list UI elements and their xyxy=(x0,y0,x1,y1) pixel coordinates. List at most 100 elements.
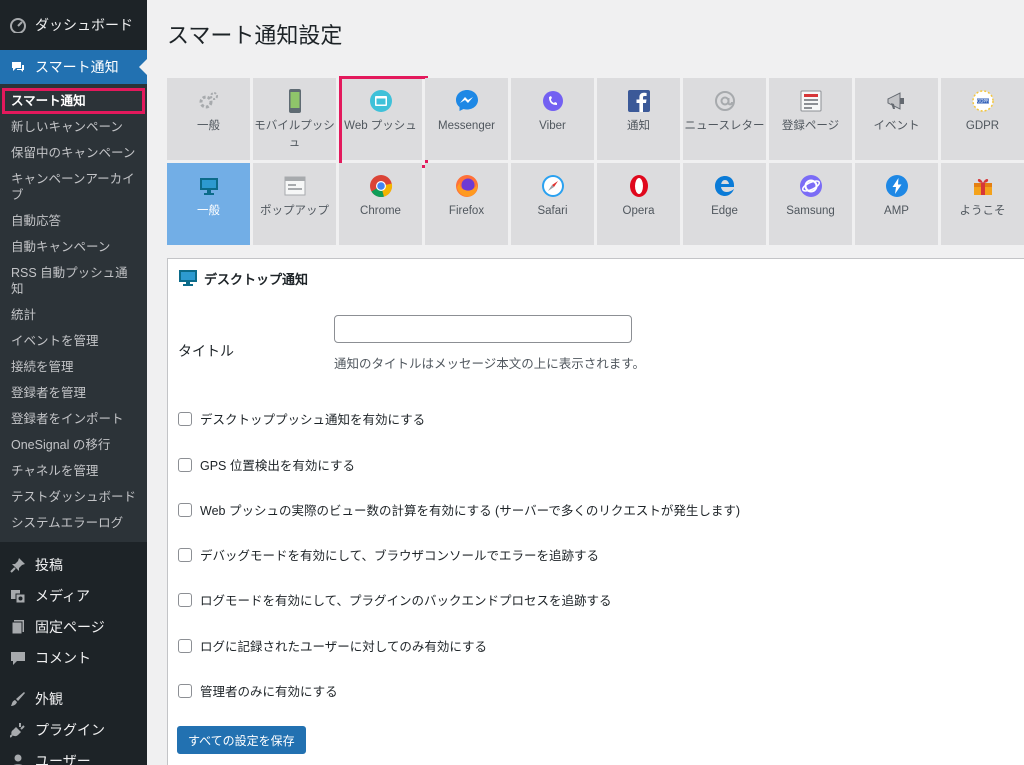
menu-pages[interactable]: 固定ページ xyxy=(0,610,147,644)
menu-users[interactable]: ユーザー xyxy=(0,744,147,765)
desktop-icon xyxy=(196,173,222,199)
menu-dashboard-label: ダッシュボード xyxy=(35,17,133,33)
submenu-item[interactable]: OneSignal の移行 xyxy=(0,432,147,458)
tile-edge[interactable]: Edge xyxy=(683,163,766,245)
menu-smart-notify-label: スマート通知 xyxy=(35,59,119,75)
brush-icon xyxy=(9,690,27,708)
submenu-item[interactable]: 登録者を管理 xyxy=(0,380,147,406)
tile-label: Messenger xyxy=(438,120,495,132)
menu-users-label: ユーザー xyxy=(35,753,91,765)
tile-safari[interactable]: Safari xyxy=(511,163,594,245)
save-all-settings-button[interactable]: すべての設定を保存 xyxy=(177,726,306,754)
tile-label: 一般 xyxy=(197,120,220,132)
tile-mobile-push[interactable]: モバイルプッシュ xyxy=(253,78,336,160)
submenu-item[interactable]: RSS 自動プッシュ通知 xyxy=(0,260,147,302)
tile-label: モバイルプッシュ xyxy=(254,120,335,149)
menu-comments[interactable]: コメント xyxy=(0,641,147,675)
tile-label: AMP xyxy=(884,205,909,217)
media-icon xyxy=(9,587,27,605)
panel-header: デスクトップ通知 xyxy=(168,259,1024,297)
enable-gps-checkbox[interactable]: GPS 位置検出を有効にする xyxy=(178,455,355,474)
welcome-icon xyxy=(970,173,996,199)
checkbox[interactable] xyxy=(178,683,192,698)
tile-web-push[interactable]: Web プッシュ xyxy=(339,76,428,168)
menu-media[interactable]: メディア xyxy=(0,579,147,613)
facebook-icon xyxy=(626,88,652,114)
checkbox[interactable] xyxy=(178,592,192,607)
megaphone-icon xyxy=(884,88,910,114)
tile-label: 登録ページ xyxy=(781,120,840,132)
submenu-item[interactable]: キャンペーンアーカイブ xyxy=(0,166,147,208)
tile-label: Samsung xyxy=(786,205,835,217)
tile-label: ポップアップ xyxy=(260,205,329,217)
dashboard-icon xyxy=(9,16,27,34)
menu-dashboard[interactable]: ダッシュボード xyxy=(0,8,147,42)
tile-viber[interactable]: Viber xyxy=(511,78,594,160)
submenu-item[interactable]: イベントを管理 xyxy=(0,328,147,354)
checkbox[interactable] xyxy=(178,457,192,472)
enable-log-mode-checkbox[interactable]: ログモードを有効にして、プラグインのバックエンドプロセスを追跡する xyxy=(178,590,612,609)
desktop-notification-panel: デスクトップ通知 タイトル 通知のタイトルはメッセージ本文の上に表示されます。 … xyxy=(167,258,1024,765)
tile-popup[interactable]: ポップアップ xyxy=(253,163,336,245)
menu-posts[interactable]: 投稿 xyxy=(0,548,147,582)
submenu-item[interactable]: システムエラーログ xyxy=(0,510,147,536)
tile-samsung[interactable]: Samsung xyxy=(769,163,852,245)
tile-label: Viber xyxy=(539,120,566,132)
tile-label: ニュースレター xyxy=(684,120,765,132)
chat-icon xyxy=(9,58,27,76)
menu-appearance[interactable]: 外観 xyxy=(0,682,147,716)
tile-label: Firefox xyxy=(448,205,485,217)
submenu-item[interactable]: 新しいキャンペーン xyxy=(0,114,147,140)
mobile-icon xyxy=(282,88,308,114)
checkbox[interactable] xyxy=(178,411,192,426)
checkbox[interactable] xyxy=(178,502,192,517)
tile-firefox[interactable]: Firefox xyxy=(425,163,508,245)
smart-notify-submenu: スマート通知 新しいキャンペーン 保留中のキャンペーン キャンペーンアーカイブ … xyxy=(0,84,147,542)
title-label: タイトル xyxy=(178,343,234,359)
web-push-icon xyxy=(368,88,394,114)
tile-label: Safari xyxy=(537,205,568,217)
tile-label: 通知 xyxy=(627,120,650,132)
title-input[interactable] xyxy=(334,315,632,343)
submenu-item[interactable]: 統計 xyxy=(0,302,147,328)
checkbox[interactable] xyxy=(178,638,192,653)
tile-general[interactable]: 一般 xyxy=(167,78,250,160)
tile-label: イベント xyxy=(873,120,920,132)
tile-welcome[interactable]: ようこそ xyxy=(941,163,1024,245)
enable-view-count-checkbox[interactable]: Web プッシュの実際のビュー数の計算を有効にする (サーバーで多くのリクエスト… xyxy=(178,500,740,519)
checkbox-label: 管理者のみに有効にする xyxy=(200,685,338,699)
submenu-item[interactable]: 保留中のキャンペーン xyxy=(0,140,147,166)
tile-notification[interactable]: 通知 xyxy=(597,78,680,160)
tile-label: Chrome xyxy=(360,205,401,217)
tile-opera[interactable]: Opera xyxy=(597,163,680,245)
submenu-item[interactable]: 自動キャンペーン xyxy=(0,234,147,260)
admins-only-checkbox[interactable]: 管理者のみに有効にする xyxy=(178,681,338,700)
tile-gdpr[interactable]: GDPR GDPR xyxy=(941,78,1024,160)
submenu-item[interactable]: テストダッシュボード xyxy=(0,484,147,510)
tile-chrome[interactable]: Chrome xyxy=(339,163,422,245)
tile-signup-page[interactable]: 登録ページ xyxy=(769,78,852,160)
tile-events[interactable]: イベント xyxy=(855,78,938,160)
tile-label: GDPR xyxy=(965,120,1000,132)
tile-newsletter[interactable]: ニュースレター xyxy=(683,78,766,160)
menu-media-label: メディア xyxy=(35,588,91,604)
submenu-item[interactable]: 登録者をインポート xyxy=(0,406,147,432)
tile-label: Edge xyxy=(711,205,738,217)
submenu-item[interactable]: チャネルを管理 xyxy=(0,458,147,484)
firefox-icon xyxy=(454,173,480,199)
logged-users-only-checkbox[interactable]: ログに記録されたユーザーに対してのみ有効にする xyxy=(178,636,487,655)
tile-amp[interactable]: AMP xyxy=(855,163,938,245)
tile-label: Opera xyxy=(622,205,655,217)
menu-posts-label: 投稿 xyxy=(35,557,63,573)
menu-smart-notify[interactable]: スマート通知 xyxy=(0,50,147,84)
enable-debug-checkbox[interactable]: デバッグモードを有効にして、ブラウザコンソールでエラーを追跡する xyxy=(178,545,599,564)
submenu-item[interactable]: スマート通知 xyxy=(2,88,145,114)
menu-plugins[interactable]: プラグイン xyxy=(0,713,147,747)
tile-messenger[interactable]: Messenger xyxy=(425,78,508,160)
checkbox[interactable] xyxy=(178,547,192,562)
desktop-icon xyxy=(178,269,198,287)
enable-desktop-push-checkbox[interactable]: デスクトッププッシュ通知を有効にする xyxy=(178,409,425,428)
tile-desktop-general[interactable]: 一般 xyxy=(167,163,250,245)
submenu-item[interactable]: 接続を管理 xyxy=(0,354,147,380)
submenu-item[interactable]: 自動応答 xyxy=(0,208,147,234)
